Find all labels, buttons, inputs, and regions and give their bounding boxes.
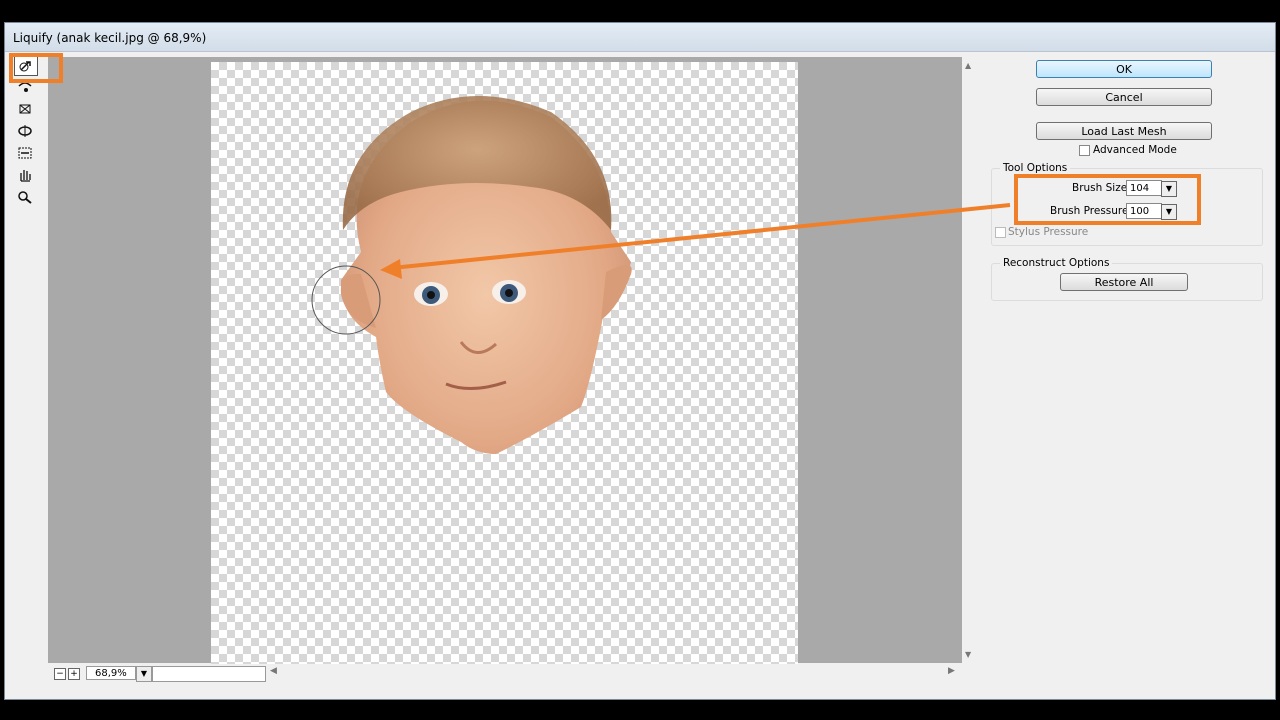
annotation-arrow: [380, 203, 1011, 279]
